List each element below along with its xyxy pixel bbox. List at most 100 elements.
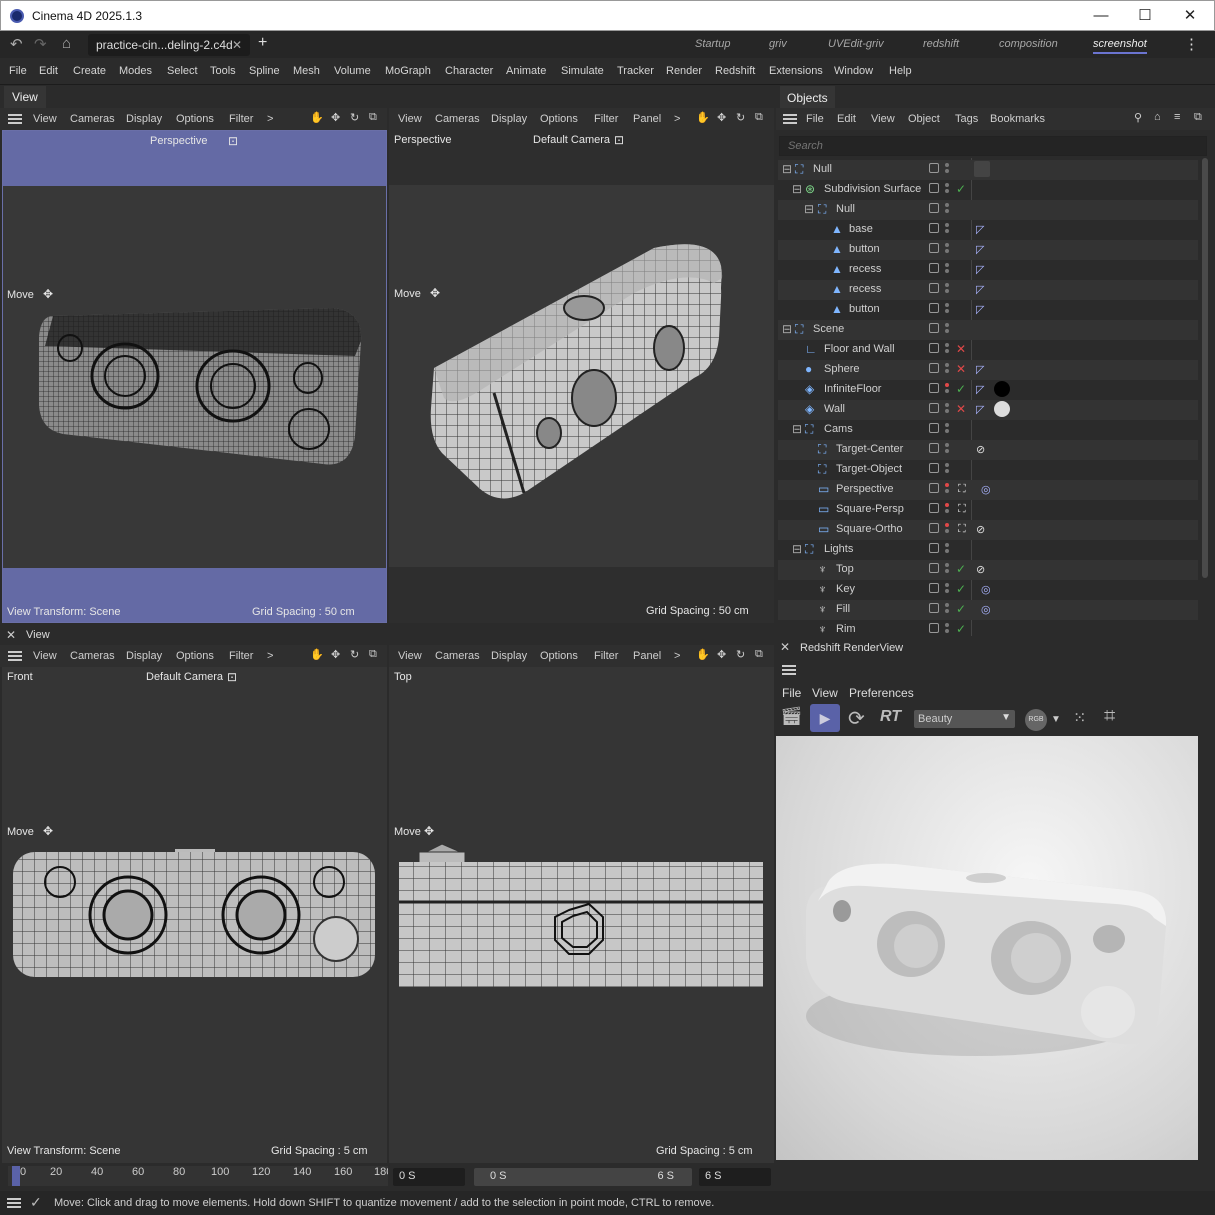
object-row[interactable]: ⛶ Target-Center ⊘ bbox=[778, 440, 1198, 460]
viewport-top-left[interactable]: Perspective ⊡ Move ✥ View Transform: Sce… bbox=[2, 130, 387, 623]
obj-menu-view[interactable]: View bbox=[871, 113, 895, 125]
vp-br-display-menu[interactable]: Display bbox=[491, 650, 527, 662]
maximize-view-icon[interactable]: ⧉ bbox=[369, 648, 377, 661]
filter-icon[interactable]: ≡ bbox=[1174, 111, 1180, 123]
object-row[interactable]: ⊟ ⛶ Null bbox=[778, 200, 1198, 220]
vp-tl-view-menu[interactable]: View bbox=[33, 113, 57, 125]
viewport-top-right[interactable]: Perspective Default Camera ⊡ Move ✥ Grid… bbox=[389, 130, 774, 623]
clapper-icon[interactable]: 🎬︎ bbox=[780, 706, 803, 727]
object-row[interactable]: ♆ Top ✓ ⊘ bbox=[778, 560, 1198, 580]
vp-bl-display-menu[interactable]: Display bbox=[126, 650, 162, 662]
menu-animate[interactable]: Animate bbox=[506, 65, 546, 77]
vp-br-view-menu[interactable]: View bbox=[398, 650, 422, 662]
rotate-view-icon[interactable]: ↻ bbox=[736, 111, 745, 124]
camera-tag-icon[interactable]: ⛶ bbox=[958, 483, 966, 496]
protection-tag-icon[interactable]: ⊘ bbox=[976, 523, 985, 536]
disabled-cross-icon[interactable]: ✕ bbox=[956, 402, 966, 416]
new-window-icon[interactable]: ⧉ bbox=[1194, 111, 1202, 124]
vp-tr-more-menu[interactable]: > bbox=[674, 113, 680, 125]
material-tag-icon[interactable] bbox=[974, 161, 990, 177]
home-icon[interactable]: ⌂ bbox=[1154, 111, 1161, 123]
view-panel-tab[interactable]: View bbox=[4, 86, 46, 108]
object-row[interactable]: ♆ Key ✓ ◎ bbox=[778, 580, 1198, 600]
material-tag-icon[interactable] bbox=[994, 401, 1010, 417]
menu-modes[interactable]: Modes bbox=[119, 65, 152, 77]
pan-view-icon[interactable]: ✋ bbox=[696, 648, 710, 661]
vp-bl-view-menu[interactable]: View bbox=[33, 650, 57, 662]
object-row[interactable]: ▲ base ◸ bbox=[778, 220, 1198, 240]
current-frame-field[interactable]: 0 S bbox=[393, 1168, 465, 1186]
vp-bl-options-menu[interactable]: Options bbox=[176, 650, 214, 662]
vp-tr-cameras-menu[interactable]: Cameras bbox=[435, 113, 480, 125]
disabled-cross-icon[interactable]: ✕ bbox=[956, 362, 966, 376]
vp-br-options-menu[interactable]: Options bbox=[540, 650, 578, 662]
object-row[interactable]: ⛶ Target-Object bbox=[778, 460, 1198, 480]
close-renderview-icon[interactable]: ✕ bbox=[780, 640, 790, 654]
maximize-view-icon[interactable]: ⧉ bbox=[369, 111, 377, 124]
vp-tr-filter-menu[interactable]: Filter bbox=[594, 113, 618, 125]
phong-tag-icon[interactable]: ◸ bbox=[976, 403, 984, 416]
rotate-view-icon[interactable]: ↻ bbox=[736, 648, 745, 661]
vp-tr-camera-label[interactable]: Perspective bbox=[394, 134, 451, 146]
undo-icon[interactable]: ↶ bbox=[10, 35, 23, 53]
phong-tag-icon[interactable]: ◸ bbox=[976, 263, 984, 276]
objects-search-input[interactable] bbox=[779, 136, 1207, 156]
end-frame-field[interactable]: 6 S bbox=[699, 1168, 771, 1186]
phong-tag-icon[interactable]: ◸ bbox=[976, 383, 984, 396]
menu-help[interactable]: Help bbox=[889, 65, 912, 77]
dolly-view-icon[interactable]: ✥ bbox=[717, 648, 726, 661]
vp-tl-cameras-menu[interactable]: Cameras bbox=[70, 113, 115, 125]
object-row[interactable]: ⊟ ⛶ Cams bbox=[778, 420, 1198, 440]
dolly-view-icon[interactable]: ✥ bbox=[717, 111, 726, 124]
object-row[interactable]: ◈ Wall ✕ ◸ bbox=[778, 400, 1198, 420]
object-row[interactable]: ♆ Rim ✓ bbox=[778, 620, 1198, 636]
maximize-button[interactable]: ☐ bbox=[1125, 5, 1165, 27]
layout-composition[interactable]: composition bbox=[999, 38, 1058, 50]
crop-icon[interactable]: ⌗ bbox=[1104, 705, 1115, 728]
pan-view-icon[interactable]: ✋ bbox=[696, 111, 710, 124]
vp-tr-default-camera[interactable]: Default Camera bbox=[533, 134, 610, 146]
close-view-panel-icon[interactable]: ✕ bbox=[6, 628, 16, 642]
rv-menu-view[interactable]: View bbox=[812, 686, 838, 700]
menu-mograph[interactable]: MoGraph bbox=[385, 65, 431, 77]
menu-character[interactable]: Character bbox=[445, 65, 493, 77]
objects-panel-tab[interactable]: Objects bbox=[780, 86, 835, 108]
material-tag-icon[interactable] bbox=[994, 381, 1010, 397]
menu-tools[interactable]: Tools bbox=[210, 65, 236, 77]
enabled-check-icon[interactable]: ✓ bbox=[956, 182, 966, 196]
enabled-check-icon[interactable]: ✓ bbox=[956, 582, 966, 596]
vp-br-cameras-menu[interactable]: Cameras bbox=[435, 650, 480, 662]
vp-br-panel-menu[interactable]: Panel bbox=[633, 650, 661, 662]
enabled-check-icon[interactable]: ✓ bbox=[956, 622, 966, 636]
menu-file[interactable]: File bbox=[9, 65, 27, 77]
object-row[interactable]: ⊟ ⛶ Null bbox=[778, 160, 1198, 180]
protection-tag-icon[interactable]: ⊘ bbox=[976, 443, 985, 456]
objects-menu-icon[interactable] bbox=[783, 114, 797, 124]
object-row[interactable]: ⊟ ⊛ Subdivision Surface ✓ bbox=[778, 180, 1198, 200]
pan-view-icon[interactable]: ✋ bbox=[310, 648, 324, 661]
vp-tr-view-menu[interactable]: View bbox=[398, 113, 422, 125]
menu-volume[interactable]: Volume bbox=[334, 65, 371, 77]
disabled-cross-icon[interactable]: ✕ bbox=[956, 342, 966, 356]
menu-window[interactable]: Window bbox=[834, 65, 873, 77]
object-row[interactable]: ◈ InfiniteFloor ✓ ◸ bbox=[778, 380, 1198, 400]
menu-select[interactable]: Select bbox=[167, 65, 198, 77]
vp-bl-cameras-menu[interactable]: Cameras bbox=[70, 650, 115, 662]
menu-redshift[interactable]: Redshift bbox=[715, 65, 755, 77]
channel-dropdown-icon[interactable]: ▼ bbox=[1051, 714, 1061, 725]
protection-tag-icon[interactable]: ⊘ bbox=[976, 563, 985, 576]
phong-tag-icon[interactable]: ◸ bbox=[976, 303, 984, 316]
dolly-view-icon[interactable]: ✥ bbox=[331, 648, 340, 661]
object-row[interactable]: ▲ button ◸ bbox=[778, 300, 1198, 320]
vp-tr-options-menu[interactable]: Options bbox=[540, 113, 578, 125]
phong-tag-icon[interactable]: ◸ bbox=[976, 223, 984, 236]
vp-tr-panel-menu[interactable]: Panel bbox=[633, 113, 661, 125]
phong-tag-icon[interactable]: ◸ bbox=[976, 243, 984, 256]
objects-scrollbar[interactable] bbox=[1202, 158, 1208, 578]
camera-tag-icon[interactable]: ⛶ bbox=[958, 523, 966, 536]
pan-view-icon[interactable]: ✋ bbox=[310, 111, 324, 124]
object-row[interactable]: ▲ button ◸ bbox=[778, 240, 1198, 260]
layout-startup[interactable]: Startup bbox=[695, 38, 730, 50]
object-row[interactable]: ▭ Perspective ⛶ ◎ bbox=[778, 480, 1198, 500]
renderview-menu-icon[interactable] bbox=[782, 665, 796, 675]
